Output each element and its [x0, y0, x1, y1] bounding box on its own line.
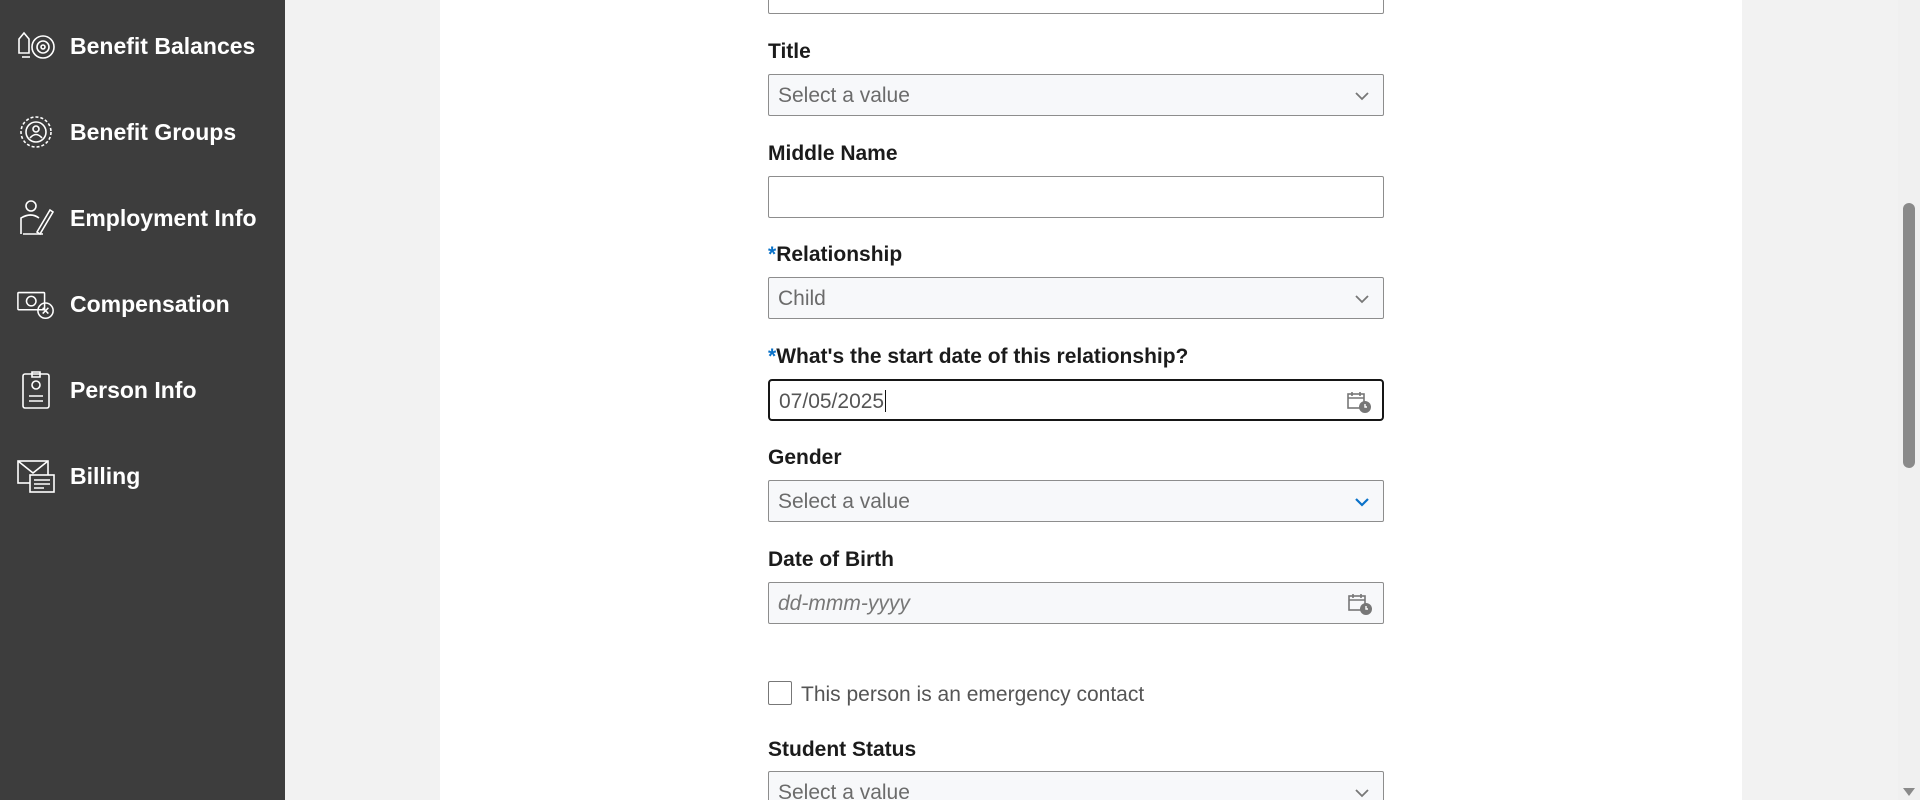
start-date-value-wrap: 07/05/2025 — [779, 390, 887, 414]
title-label: Title — [768, 40, 811, 63]
chevron-down-icon — [1355, 295, 1369, 304]
sidebar-item-compensation[interactable]: Compensation — [0, 274, 285, 334]
title-select-value: Select a value — [778, 84, 910, 107]
emergency-contact-label: This person is an emergency contact — [801, 683, 1145, 706]
sidebar-item-label: Billing — [70, 462, 141, 489]
relationship-label: *Relationship — [768, 243, 902, 267]
benefit-balances-icon — [16, 26, 56, 66]
gender-label: Gender — [768, 446, 842, 469]
previous-field-input[interactable] — [768, 0, 1384, 14]
chevron-down-icon — [1355, 789, 1369, 798]
sidebar-item-label: Benefit Groups — [70, 118, 237, 145]
chevron-down-icon — [1355, 92, 1369, 101]
calendar-icon[interactable] — [1347, 592, 1373, 616]
gender-select-value: Select a value — [778, 490, 910, 513]
billing-icon — [16, 456, 56, 496]
chevron-down-icon — [1355, 498, 1369, 507]
sidebar-item-benefit-groups[interactable]: Benefit Groups — [0, 102, 285, 162]
relationship-label-text: Relationship — [776, 243, 903, 266]
start-date-label-text: What's the start date of this relationsh… — [776, 345, 1189, 368]
relationship-select[interactable]: Child — [768, 277, 1384, 319]
start-date-label: *What's the start date of this relations… — [768, 345, 1188, 369]
gender-select[interactable]: Select a value — [768, 480, 1384, 522]
scrollbar-thumb[interactable] — [1903, 203, 1915, 468]
date-of-birth-input[interactable]: dd-mmm-yyyy — [768, 582, 1384, 624]
vertical-scrollbar[interactable] — [1898, 0, 1920, 800]
date-of-birth-label: Date of Birth — [768, 548, 894, 571]
required-marker: * — [768, 345, 777, 368]
scroll-down-arrow-icon[interactable] — [1903, 788, 1915, 796]
sidebar: Benefit Balances Benefit Groups Employme… — [0, 0, 285, 800]
student-status-label: Student Status — [768, 738, 917, 761]
employment-info-icon — [16, 198, 56, 238]
start-date-input[interactable]: 07/05/2025 — [768, 379, 1384, 421]
emergency-contact-checkbox[interactable] — [768, 681, 792, 705]
person-info-icon — [16, 370, 56, 410]
benefit-groups-icon — [16, 112, 56, 152]
calendar-icon[interactable] — [1346, 390, 1372, 414]
sidebar-item-billing[interactable]: Billing — [0, 446, 285, 506]
required-marker: * — [768, 243, 777, 266]
sidebar-item-benefit-balances[interactable]: Benefit Balances — [0, 16, 285, 76]
text-caret — [885, 390, 887, 412]
title-select[interactable]: Select a value — [768, 74, 1384, 116]
student-status-select[interactable]: Select a value — [768, 771, 1384, 800]
sidebar-item-label: Employment Info — [70, 204, 257, 231]
sidebar-item-employment-info[interactable]: Employment Info — [0, 188, 285, 248]
sidebar-item-label: Person Info — [70, 376, 197, 403]
relationship-select-value: Child — [778, 287, 826, 310]
middle-name-label: Middle Name — [768, 142, 898, 165]
sidebar-item-label: Benefit Balances — [70, 32, 256, 59]
date-of-birth-placeholder: dd-mmm-yyyy — [778, 592, 910, 615]
start-date-value: 07/05/2025 — [779, 390, 885, 413]
middle-name-input[interactable] — [768, 176, 1384, 218]
student-status-select-value: Select a value — [778, 781, 910, 800]
sidebar-item-label: Compensation — [70, 290, 230, 317]
sidebar-item-person-info[interactable]: Person Info — [0, 360, 285, 420]
compensation-icon — [16, 284, 56, 324]
